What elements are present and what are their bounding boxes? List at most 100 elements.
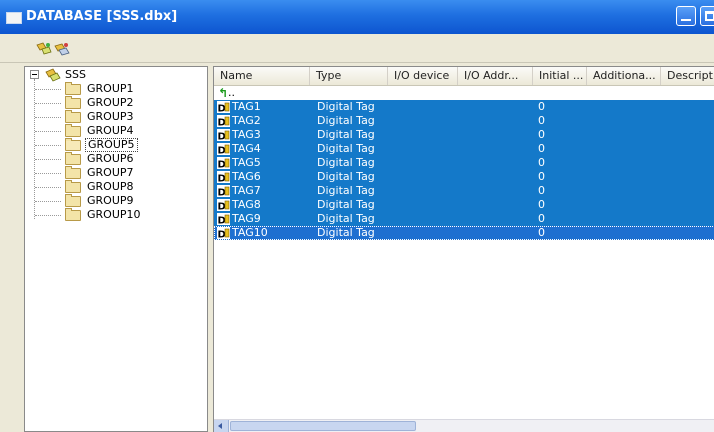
cell-initial: 0	[538, 156, 545, 169]
database-icon	[45, 68, 61, 82]
cell-name: TAG1	[232, 100, 261, 113]
digital-tag-icon: D	[217, 129, 230, 141]
tree-item-label: GROUP3	[87, 110, 134, 123]
table-row[interactable]: D TAG10 Digital Tag 0	[214, 226, 714, 240]
column-header-io-device[interactable]: I/O device	[388, 67, 458, 85]
cell-initial: 0	[538, 142, 545, 155]
folder-icon	[65, 96, 81, 109]
cell-name: TAG4	[232, 142, 261, 155]
tree-item-label: GROUP6	[87, 152, 134, 165]
svg-text:D: D	[218, 104, 226, 114]
database-edit-icon[interactable]	[54, 42, 70, 56]
table-row[interactable]: D TAG7 Digital Tag 0	[214, 184, 714, 198]
scroll-left-icon[interactable]	[214, 420, 229, 432]
column-header-type[interactable]: Type	[310, 67, 388, 85]
digital-tag-icon: D	[217, 157, 230, 169]
cell-initial: 0	[538, 128, 545, 141]
column-header-io-address[interactable]: I/O Addr...	[458, 67, 533, 85]
cell-name: TAG6	[232, 170, 261, 183]
table-row[interactable]: D TAG2 Digital Tag 0	[214, 114, 714, 128]
column-header-additional[interactable]: Additiona...	[587, 67, 661, 85]
cell-type: Digital Tag	[317, 198, 375, 211]
cell-name: TAG8	[232, 198, 261, 211]
tree-root-label: SSS	[65, 68, 86, 81]
digital-tag-icon: D	[217, 143, 230, 155]
window-title: DATABASE [SSS.dbx]	[26, 9, 178, 24]
svg-text:D: D	[218, 230, 226, 240]
cell-type: Digital Tag	[317, 170, 375, 183]
svg-text:D: D	[218, 118, 226, 128]
svg-text:D: D	[218, 216, 226, 226]
column-header-initial[interactable]: Initial ...	[533, 67, 587, 85]
digital-tag-icon: D	[217, 101, 230, 113]
cell-initial: 0	[538, 226, 545, 239]
cell-initial: 0	[538, 114, 545, 127]
tree-item-label: GROUP7	[87, 166, 134, 179]
tree-item-label: GROUP1	[87, 82, 134, 95]
cell-initial: 0	[538, 184, 545, 197]
cell-name: TAG2	[232, 114, 261, 127]
collapse-icon[interactable]	[30, 70, 39, 79]
folder-icon	[65, 110, 81, 123]
cell-type: Digital Tag	[317, 156, 375, 169]
toolbar	[0, 34, 714, 63]
cell-type: Digital Tag	[317, 128, 375, 141]
cell-type: Digital Tag	[317, 142, 375, 155]
column-header-name[interactable]: Name	[214, 67, 310, 85]
folder-icon	[65, 208, 81, 221]
tag-rows: D TAG1 Digital Tag 0 D TAG2 Digital Tag 0 D TAG3 D…	[214, 100, 714, 240]
cell-name: TAG3	[232, 128, 261, 141]
scrollbar-thumb[interactable]	[230, 421, 416, 431]
folder-icon	[65, 124, 81, 137]
digital-tag-icon: D	[217, 199, 230, 211]
folder-icon	[65, 194, 81, 207]
tree-item-label: GROUP5	[85, 138, 138, 152]
table-row[interactable]: D TAG9 Digital Tag 0	[214, 212, 714, 226]
cell-type: Digital Tag	[317, 184, 375, 197]
svg-text:D: D	[218, 146, 226, 156]
folder-icon	[65, 82, 81, 95]
table-row[interactable]: D TAG3 Digital Tag 0	[214, 128, 714, 142]
cell-type: Digital Tag	[317, 226, 375, 239]
folder-icon	[65, 180, 81, 193]
window-icon	[6, 12, 22, 24]
folder-icon	[65, 152, 81, 165]
table-row[interactable]: D TAG5 Digital Tag 0	[214, 156, 714, 170]
cell-initial: 0	[538, 212, 545, 225]
cell-type: Digital Tag	[317, 114, 375, 127]
digital-tag-icon: D	[217, 171, 230, 183]
title-bar: DATABASE [SSS.dbx]	[0, 0, 714, 34]
table-row[interactable]: D TAG8 Digital Tag 0	[214, 198, 714, 212]
cell-type: Digital Tag	[317, 212, 375, 225]
svg-text:D: D	[218, 160, 226, 170]
table-row[interactable]: D TAG1 Digital Tag 0	[214, 100, 714, 114]
minimize-icon[interactable]	[676, 6, 696, 26]
tree-item-label: GROUP9	[87, 194, 134, 207]
table-row[interactable]: D TAG4 Digital Tag 0	[214, 142, 714, 156]
cell-initial: 0	[538, 170, 545, 183]
up-arrow-icon: ↰	[218, 86, 229, 100]
tree-item-label: GROUP2	[87, 96, 134, 109]
horizontal-scrollbar[interactable]	[214, 419, 714, 432]
svg-text:D: D	[218, 202, 226, 212]
table-row[interactable]: D TAG6 Digital Tag 0	[214, 170, 714, 184]
list-header: Name Type I/O device I/O Addr... Initial…	[214, 67, 714, 86]
digital-tag-icon: D	[217, 115, 230, 127]
parent-folder-label: ..	[228, 86, 235, 99]
maximize-icon[interactable]	[700, 6, 714, 26]
parent-folder-row[interactable]: ↰ ..	[214, 86, 714, 100]
cell-name: TAG9	[232, 212, 261, 225]
cell-name: TAG5	[232, 156, 261, 169]
database-add-icon[interactable]	[36, 42, 52, 56]
digital-tag-icon: D	[217, 213, 230, 225]
folder-open-icon	[65, 138, 81, 151]
column-header-description[interactable]: Descript	[661, 67, 714, 85]
cell-name: TAG10	[232, 226, 268, 239]
tree-view[interactable]: SSS GROUP1 GROUP2 GROUP3 GROUP4 GROUP5 G…	[24, 66, 208, 432]
digital-tag-icon: D	[217, 227, 230, 239]
tag-list-view[interactable]: Name Type I/O device I/O Addr... Initial…	[213, 66, 714, 432]
digital-tag-icon: D	[217, 185, 230, 197]
svg-text:D: D	[218, 132, 226, 142]
svg-text:D: D	[218, 188, 226, 198]
tree-item-label: GROUP10	[87, 208, 141, 221]
